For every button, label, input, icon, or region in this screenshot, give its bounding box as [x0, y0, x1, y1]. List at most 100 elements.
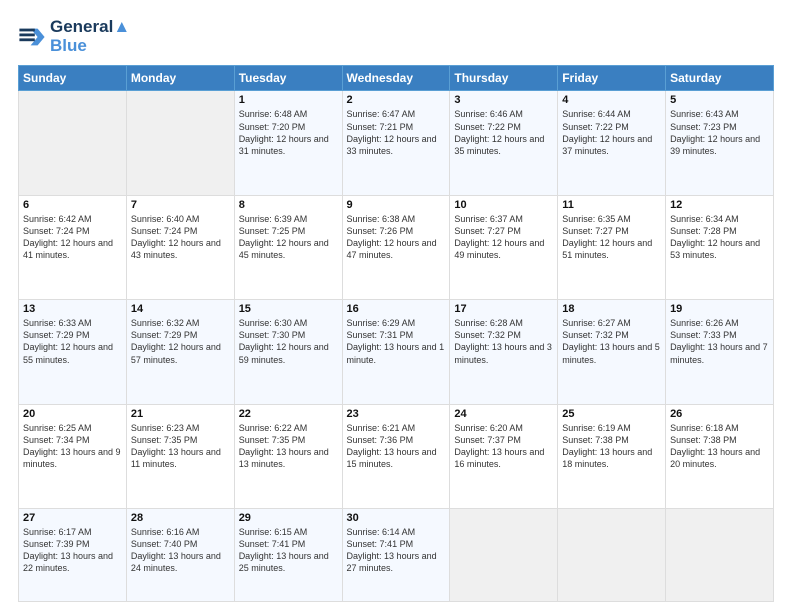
day-info: Sunrise: 6:35 AM Sunset: 7:27 PM Dayligh…: [562, 213, 661, 262]
calendar-cell: 18 Sunrise: 6:27 AM Sunset: 7:32 PM Dayli…: [558, 300, 666, 404]
day-number: 16: [347, 303, 446, 315]
day-info: Sunrise: 6:21 AM Sunset: 7:36 PM Dayligh…: [347, 422, 446, 471]
day-number: 17: [454, 303, 553, 315]
day-info: Sunrise: 6:16 AM Sunset: 7:40 PM Dayligh…: [131, 526, 230, 575]
day-number: 23: [347, 408, 446, 420]
calendar-header-sunday: Sunday: [19, 66, 127, 91]
day-info: Sunrise: 6:43 AM Sunset: 7:23 PM Dayligh…: [670, 108, 769, 157]
calendar-cell: 21 Sunrise: 6:23 AM Sunset: 7:35 PM Dayli…: [126, 404, 234, 508]
calendar-cell: 14 Sunrise: 6:32 AM Sunset: 7:29 PM Dayli…: [126, 300, 234, 404]
day-info: Sunrise: 6:42 AM Sunset: 7:24 PM Dayligh…: [23, 213, 122, 262]
calendar-header-tuesday: Tuesday: [234, 66, 342, 91]
calendar-header-monday: Monday: [126, 66, 234, 91]
calendar-cell: 1 Sunrise: 6:48 AM Sunset: 7:20 PM Daylig…: [234, 91, 342, 195]
calendar-cell: 29 Sunrise: 6:15 AM Sunset: 7:41 PM Dayli…: [234, 508, 342, 601]
calendar-cell: 27 Sunrise: 6:17 AM Sunset: 7:39 PM Dayli…: [19, 508, 127, 601]
calendar-header-saturday: Saturday: [666, 66, 774, 91]
day-number: 20: [23, 408, 122, 420]
day-number: 15: [239, 303, 338, 315]
calendar-cell: [666, 508, 774, 601]
day-info: Sunrise: 6:15 AM Sunset: 7:41 PM Dayligh…: [239, 526, 338, 575]
day-info: Sunrise: 6:25 AM Sunset: 7:34 PM Dayligh…: [23, 422, 122, 471]
calendar-cell: [450, 508, 558, 601]
day-number: 26: [670, 408, 769, 420]
header: General▲ Blue: [18, 18, 774, 55]
day-info: Sunrise: 6:37 AM Sunset: 7:27 PM Dayligh…: [454, 213, 553, 262]
calendar-cell: [126, 91, 234, 195]
calendar-cell: 30 Sunrise: 6:14 AM Sunset: 7:41 PM Dayli…: [342, 508, 450, 601]
day-number: 29: [239, 512, 338, 524]
day-info: Sunrise: 6:44 AM Sunset: 7:22 PM Dayligh…: [562, 108, 661, 157]
day-number: 8: [239, 199, 338, 211]
day-info: Sunrise: 6:19 AM Sunset: 7:38 PM Dayligh…: [562, 422, 661, 471]
calendar-cell: 6 Sunrise: 6:42 AM Sunset: 7:24 PM Daylig…: [19, 195, 127, 299]
day-info: Sunrise: 6:26 AM Sunset: 7:33 PM Dayligh…: [670, 317, 769, 366]
calendar-cell: [558, 508, 666, 601]
calendar-cell: 23 Sunrise: 6:21 AM Sunset: 7:36 PM Dayli…: [342, 404, 450, 508]
day-info: Sunrise: 6:34 AM Sunset: 7:28 PM Dayligh…: [670, 213, 769, 262]
day-info: Sunrise: 6:39 AM Sunset: 7:25 PM Dayligh…: [239, 213, 338, 262]
day-number: 30: [347, 512, 446, 524]
calendar-cell: 12 Sunrise: 6:34 AM Sunset: 7:28 PM Dayli…: [666, 195, 774, 299]
day-number: 10: [454, 199, 553, 211]
logo: General▲ Blue: [18, 18, 130, 55]
day-number: 19: [670, 303, 769, 315]
calendar-cell: 7Sunrise: 6:40 AM Sunset: 7:24 PM Daylig…: [126, 195, 234, 299]
calendar-cell: 15 Sunrise: 6:30 AM Sunset: 7:30 PM Dayli…: [234, 300, 342, 404]
day-number: 14: [131, 303, 230, 315]
day-info: Sunrise: 6:48 AM Sunset: 7:20 PM Dayligh…: [239, 108, 338, 157]
day-info: Sunrise: 6:47 AM Sunset: 7:21 PM Dayligh…: [347, 108, 446, 157]
logo-icon: [18, 23, 46, 51]
day-info: Sunrise: 6:46 AM Sunset: 7:22 PM Dayligh…: [454, 108, 553, 157]
calendar-cell: 3 Sunrise: 6:46 AM Sunset: 7:22 PM Daylig…: [450, 91, 558, 195]
calendar-cell: 20 Sunrise: 6:25 AM Sunset: 7:34 PM Dayli…: [19, 404, 127, 508]
day-number: 12: [670, 199, 769, 211]
day-info: Sunrise: 6:14 AM Sunset: 7:41 PM Dayligh…: [347, 526, 446, 575]
day-number: 27: [23, 512, 122, 524]
calendar-cell: 2 Sunrise: 6:47 AM Sunset: 7:21 PM Daylig…: [342, 91, 450, 195]
day-number: 2: [347, 94, 446, 106]
calendar-cell: 25 Sunrise: 6:19 AM Sunset: 7:38 PM Dayli…: [558, 404, 666, 508]
day-info: Sunrise: 6:40 AM Sunset: 7:24 PM Dayligh…: [131, 213, 230, 262]
page: General▲ Blue SundayMondayTuesdayWednesd…: [0, 0, 792, 612]
day-number: 22: [239, 408, 338, 420]
calendar-header-friday: Friday: [558, 66, 666, 91]
calendar-cell: 9 Sunrise: 6:38 AM Sunset: 7:26 PM Daylig…: [342, 195, 450, 299]
calendar-cell: 8 Sunrise: 6:39 AM Sunset: 7:25 PM Daylig…: [234, 195, 342, 299]
day-number: 13: [23, 303, 122, 315]
day-number: 25: [562, 408, 661, 420]
calendar-cell: 10 Sunrise: 6:37 AM Sunset: 7:27 PM Dayli…: [450, 195, 558, 299]
day-number: 3: [454, 94, 553, 106]
day-info: Sunrise: 6:28 AM Sunset: 7:32 PM Dayligh…: [454, 317, 553, 366]
calendar-header-wednesday: Wednesday: [342, 66, 450, 91]
calendar-cell: 16 Sunrise: 6:29 AM Sunset: 7:31 PM Dayli…: [342, 300, 450, 404]
day-number: 9: [347, 199, 446, 211]
day-info: Sunrise: 6:38 AM Sunset: 7:26 PM Dayligh…: [347, 213, 446, 262]
day-number: 4: [562, 94, 661, 106]
calendar-cell: 4 Sunrise: 6:44 AM Sunset: 7:22 PM Daylig…: [558, 91, 666, 195]
day-info: Sunrise: 6:29 AM Sunset: 7:31 PM Dayligh…: [347, 317, 446, 366]
day-info: Sunrise: 6:30 AM Sunset: 7:30 PM Dayligh…: [239, 317, 338, 366]
calendar-cell: 19 Sunrise: 6:26 AM Sunset: 7:33 PM Dayli…: [666, 300, 774, 404]
day-info: Sunrise: 6:22 AM Sunset: 7:35 PM Dayligh…: [239, 422, 338, 471]
day-number: 21: [131, 408, 230, 420]
calendar-cell: 24Sunrise: 6:20 AM Sunset: 7:37 PM Dayli…: [450, 404, 558, 508]
calendar-cell: 5 Sunrise: 6:43 AM Sunset: 7:23 PM Daylig…: [666, 91, 774, 195]
day-info: Sunrise: 6:27 AM Sunset: 7:32 PM Dayligh…: [562, 317, 661, 366]
logo-text: General▲ Blue: [50, 18, 130, 55]
day-number: 6: [23, 199, 122, 211]
day-info: Sunrise: 6:32 AM Sunset: 7:29 PM Dayligh…: [131, 317, 230, 366]
day-info: Sunrise: 6:33 AM Sunset: 7:29 PM Dayligh…: [23, 317, 122, 366]
calendar-cell: 26Sunrise: 6:18 AM Sunset: 7:38 PM Dayli…: [666, 404, 774, 508]
calendar-cell: 28Sunrise: 6:16 AM Sunset: 7:40 PM Dayli…: [126, 508, 234, 601]
day-info: Sunrise: 6:23 AM Sunset: 7:35 PM Dayligh…: [131, 422, 230, 471]
calendar-header-row: SundayMondayTuesdayWednesdayThursdayFrid…: [19, 66, 774, 91]
calendar-cell: 22 Sunrise: 6:22 AM Sunset: 7:35 PM Dayli…: [234, 404, 342, 508]
day-number: 18: [562, 303, 661, 315]
calendar-cell: 17 Sunrise: 6:28 AM Sunset: 7:32 PM Dayli…: [450, 300, 558, 404]
day-number: 5: [670, 94, 769, 106]
calendar-table: SundayMondayTuesdayWednesdayThursdayFrid…: [18, 65, 774, 602]
day-number: 1: [239, 94, 338, 106]
day-info: Sunrise: 6:17 AM Sunset: 7:39 PM Dayligh…: [23, 526, 122, 575]
calendar-cell: 11Sunrise: 6:35 AM Sunset: 7:27 PM Dayli…: [558, 195, 666, 299]
